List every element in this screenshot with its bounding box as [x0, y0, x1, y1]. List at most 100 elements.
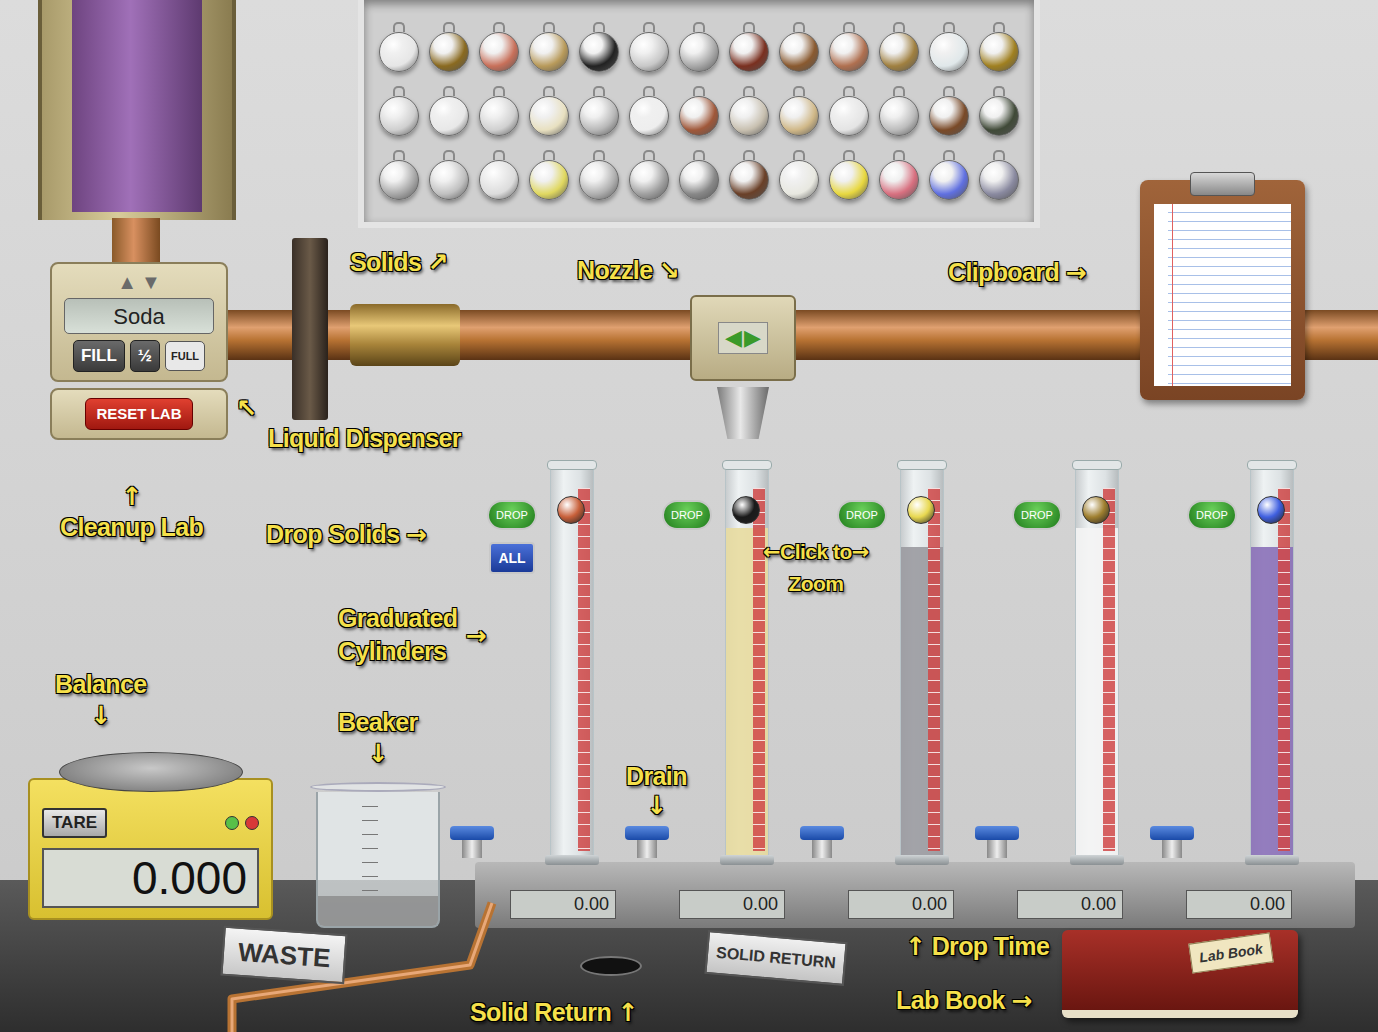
paper-margin [1172, 204, 1173, 386]
drain-valve[interactable] [975, 826, 1019, 858]
solid-jar[interactable] [874, 86, 924, 142]
jar-ball [629, 160, 669, 200]
solid-jar[interactable] [724, 22, 774, 78]
solid-jar[interactable] [674, 150, 724, 206]
nozzle-left-button[interactable]: ◀ [725, 327, 742, 349]
fill-button[interactable]: FILL [73, 340, 125, 372]
solid-jar[interactable] [774, 22, 824, 78]
solid-jar[interactable] [874, 150, 924, 206]
cylinder-scale [1278, 488, 1290, 851]
drain-valve[interactable] [625, 826, 669, 858]
drain-handle [1150, 826, 1194, 840]
solid-jar[interactable] [924, 150, 974, 206]
liquid-dispenser: ▲▼SodaFILL½FULLRESET LAB [50, 262, 228, 440]
graduated-cylinder[interactable] [547, 460, 597, 865]
solid-jar[interactable] [824, 150, 874, 206]
graduated-cylinder[interactable] [1247, 460, 1297, 865]
solid-jar[interactable] [624, 150, 674, 206]
solid-jar[interactable] [524, 22, 574, 78]
jar-hook [443, 86, 455, 96]
solid-jar[interactable] [424, 150, 474, 206]
jar-ball [479, 96, 519, 136]
drain-slot [975, 826, 1150, 858]
solid-jar[interactable] [474, 22, 524, 78]
drop-button[interactable]: DROP [837, 500, 887, 530]
drain-valve[interactable] [800, 826, 844, 858]
solid-jar[interactable] [874, 22, 924, 78]
solid-jar[interactable] [624, 22, 674, 78]
solid-jar[interactable] [374, 150, 424, 206]
cylinder-holder [547, 460, 597, 865]
reset-lab-button[interactable]: RESET LAB [85, 398, 192, 430]
solid-jar[interactable] [974, 150, 1024, 206]
solid-return-hole[interactable] [580, 956, 642, 976]
solid-jar[interactable] [674, 22, 724, 78]
solid-jar[interactable] [574, 150, 624, 206]
solid-jar[interactable] [924, 22, 974, 78]
drain-valve[interactable] [1150, 826, 1194, 858]
cylinder-scale [1103, 488, 1115, 851]
solid-jar[interactable] [824, 22, 874, 78]
solid-jar[interactable] [724, 150, 774, 206]
solid-jar[interactable] [574, 22, 624, 78]
drain-valve[interactable] [450, 826, 494, 858]
jar-hook [943, 150, 955, 160]
drop-time-display: 0.00 [510, 890, 616, 919]
previous-liquid-button[interactable]: ▲ [117, 272, 137, 292]
solid-jar[interactable] [574, 86, 624, 142]
drop-controls: DROP [837, 460, 887, 530]
solid-jar[interactable] [774, 150, 824, 206]
drop-button[interactable]: DROP [1187, 500, 1237, 530]
solid-jar[interactable] [374, 86, 424, 142]
next-liquid-button[interactable]: ▼ [141, 272, 161, 292]
drop-all-button[interactable]: ALL [489, 542, 535, 574]
fill-button[interactable]: ½ [130, 340, 160, 372]
drop-time-slot: 0.00 [1186, 890, 1355, 928]
solid-jar[interactable] [974, 22, 1024, 78]
jar-hook [443, 150, 455, 160]
solid-jar[interactable] [824, 86, 874, 142]
solid-jar[interactable] [424, 86, 474, 142]
solid-jar[interactable] [774, 86, 824, 142]
solid-jar[interactable] [724, 86, 774, 142]
nozzle-right-button[interactable]: ▶ [744, 327, 761, 349]
nozzle: ◀▶ [690, 295, 796, 439]
solid-jar[interactable] [474, 86, 524, 142]
jar-ball [629, 32, 669, 72]
clipboard[interactable] [1140, 180, 1305, 400]
graduated-cylinder[interactable] [897, 460, 947, 865]
graduated-cylinder[interactable] [722, 460, 772, 865]
jar-ball [529, 160, 569, 200]
solid-jar[interactable] [424, 22, 474, 78]
solid-jar[interactable] [474, 150, 524, 206]
jar-hook [893, 86, 905, 96]
drop-button[interactable]: DROP [662, 500, 712, 530]
drop-button[interactable]: DROP [1012, 500, 1062, 530]
cylinder-station: DROP [837, 460, 1012, 865]
jar-hook [743, 86, 755, 96]
solid-jar[interactable] [374, 22, 424, 78]
solid-jar[interactable] [524, 86, 574, 142]
graduated-cylinder[interactable] [1072, 460, 1122, 865]
drain-spout [812, 840, 832, 858]
lab-book[interactable]: Lab Book [1062, 930, 1298, 1018]
solid-jar[interactable] [624, 86, 674, 142]
cylinder-rim [1247, 460, 1297, 470]
liquid-selector[interactable]: ▲▼ [117, 272, 161, 292]
liquid-dispenser-label: Liquid Dispenser [268, 426, 461, 451]
solid-jar[interactable] [974, 86, 1024, 142]
fill-button[interactable]: FULL [165, 341, 205, 371]
jar-hook [393, 22, 405, 32]
solid-jar[interactable] [674, 86, 724, 142]
jar-hook [543, 22, 555, 32]
solid-jar[interactable] [524, 150, 574, 206]
cylinder-foot [1070, 855, 1124, 865]
cylinder-rim [547, 460, 597, 470]
solid-jar[interactable] [924, 86, 974, 142]
tare-button[interactable]: TARE [42, 808, 107, 838]
solids-shelf [358, 0, 1040, 228]
drop-button[interactable]: DROP [487, 500, 537, 530]
beaker[interactable] [310, 782, 446, 928]
balance[interactable]: TARE0.000 [28, 752, 273, 920]
jar-ball [429, 32, 469, 72]
